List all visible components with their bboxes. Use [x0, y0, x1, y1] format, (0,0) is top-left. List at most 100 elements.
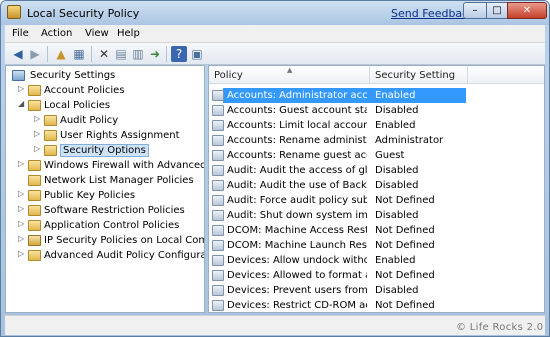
policy-setting: Not Defined [375, 195, 435, 206]
policy-icon [212, 90, 224, 101]
toolbar-separator [166, 46, 167, 62]
expand-arrow-icon[interactable]: ▷ [34, 114, 42, 123]
policy-icon [212, 225, 224, 236]
policy-setting: Disabled [375, 105, 419, 116]
table-row[interactable]: Audit: Force audit policy subcat... Not … [209, 193, 544, 208]
policy-setting: Guest [375, 150, 405, 161]
policy-setting: Disabled [375, 180, 419, 191]
policy-name: Devices: Restrict CD-ROM acce... [227, 300, 367, 311]
folder-icon [28, 85, 41, 96]
close-button[interactable]: ✕ [507, 2, 547, 19]
policy-name: Devices: Allowed to format and... [227, 270, 367, 281]
window-title: Local Security Policy [27, 7, 140, 20]
policy-icon [212, 300, 224, 311]
refresh-icon[interactable]: ➜ [147, 46, 163, 62]
policy-setting: Enabled [375, 90, 416, 101]
policy-setting: Not Defined [375, 270, 435, 281]
policy-icon [212, 165, 224, 176]
policy-setting: Disabled [375, 285, 419, 296]
policy-setting: Not Defined [375, 240, 435, 251]
table-row[interactable]: Accounts: Rename guest accou... Guest [209, 148, 544, 163]
table-row[interactable]: Audit: Audit the use of Backup ... Disab… [209, 178, 544, 193]
forward-arrow-icon[interactable]: ▶ [27, 46, 43, 62]
up-folder-icon[interactable]: ▲ [53, 46, 69, 62]
show-hide-tree-icon[interactable]: ▦ [71, 46, 87, 62]
policy-name: Accounts: Rename administrat... [227, 135, 367, 146]
expand-arrow-icon[interactable]: ▷ [34, 129, 42, 138]
menu-file[interactable]: File [12, 28, 29, 39]
open-folder-icon [28, 100, 41, 111]
toolbar-separator [91, 46, 92, 62]
expand-arrow-icon[interactable]: ▷ [18, 249, 26, 258]
table-row[interactable]: Devices: Restrict CD-ROM acce... Not Def… [209, 298, 544, 312]
column-header-security-setting[interactable]: Security Setting [375, 70, 455, 81]
policy-setting: Not Defined [375, 300, 435, 311]
maximize-button[interactable]: □ [486, 2, 508, 19]
table-row[interactable]: Audit: Shut down system imme... Disabled [209, 208, 544, 223]
table-row[interactable]: DCOM: Machine Launch Restri... Not Defin… [209, 238, 544, 253]
policy-name: Devices: Allow undock without ... [227, 255, 367, 266]
watermark-text: © Life Rocks 2.0 [456, 322, 544, 333]
collapse-arrow-icon[interactable]: ◢ [18, 99, 26, 108]
menu-view[interactable]: View [85, 28, 109, 39]
policy-list-pane: ▲ Policy Security Setting Accounts: Admi… [208, 65, 545, 313]
policy-setting: Disabled [375, 210, 419, 221]
table-row[interactable]: Audit: Audit the access of glob... Disab… [209, 163, 544, 178]
column-header-policy[interactable]: Policy [214, 70, 243, 81]
table-row[interactable]: Accounts: Limit local account u... Enabl… [209, 118, 544, 133]
sort-ascending-icon: ▲ [287, 66, 293, 74]
folder-icon [44, 145, 57, 156]
security-settings-icon [12, 70, 25, 81]
expand-arrow-icon[interactable]: ▷ [34, 144, 42, 153]
policy-icon [212, 255, 224, 266]
expand-arrow-icon[interactable]: ▷ [18, 234, 26, 243]
folder-icon [28, 205, 41, 216]
delete-icon[interactable]: ✕ [96, 46, 112, 62]
table-row[interactable]: DCOM: Machine Access Restric... Not Defi… [209, 223, 544, 238]
help-icon[interactable]: ? [171, 46, 187, 62]
table-row[interactable]: Devices: Allow undock without ... Enable… [209, 253, 544, 268]
menu-help[interactable]: Help [117, 28, 140, 39]
policy-icon [212, 150, 224, 161]
policy-icon [212, 195, 224, 206]
table-row[interactable]: Accounts: Administrator accou... Enabled [209, 88, 544, 103]
policy-setting: Enabled [375, 120, 416, 131]
policy-icon [212, 180, 224, 191]
table-row[interactable]: Devices: Allowed to format and... Not De… [209, 268, 544, 283]
export-list-icon[interactable]: ▥ [130, 46, 146, 62]
policy-setting: Enabled [375, 255, 416, 266]
policy-name: DCOM: Machine Launch Restri... [227, 240, 367, 251]
policy-name: DCOM: Machine Access Restric... [227, 225, 367, 236]
title-bar[interactable]: Local Security Policy Send Feedback – □ … [1, 1, 549, 25]
column-divider[interactable] [369, 66, 370, 84]
table-row[interactable]: Devices: Prevent users from inst... Disa… [209, 283, 544, 298]
policy-name: Accounts: Limit local account u... [227, 120, 367, 131]
table-row[interactable]: Accounts: Guest account status Disabled [209, 103, 544, 118]
policy-name: Audit: Force audit policy subcat... [227, 195, 367, 206]
policy-name: Devices: Prevent users from inst... [227, 285, 367, 296]
app-window: Local Security Policy Send Feedback – □ … [0, 0, 550, 337]
policy-setting: Administrator [375, 135, 444, 146]
folder-icon [44, 130, 57, 141]
back-arrow-icon[interactable]: ◀ [10, 46, 26, 62]
policy-name: Audit: Audit the access of glob... [227, 165, 367, 176]
expand-arrow-icon[interactable]: ▷ [18, 204, 26, 213]
policy-icon [212, 270, 224, 281]
menu-bar: File Action View Help [5, 25, 545, 43]
expand-arrow-icon[interactable]: ▷ [18, 159, 26, 168]
minimize-button[interactable]: – [463, 2, 487, 19]
column-divider[interactable] [467, 66, 468, 84]
properties-icon[interactable]: ▤ [113, 46, 129, 62]
show-pane-icon[interactable]: ▣ [189, 46, 205, 62]
expand-arrow-icon[interactable]: ▷ [18, 219, 26, 228]
folder-icon [28, 175, 41, 186]
menu-action[interactable]: Action [41, 28, 72, 39]
policy-name: Accounts: Guest account status [227, 105, 367, 116]
policy-name: Accounts: Rename guest accou... [227, 150, 367, 161]
policy-setting: Disabled [375, 165, 419, 176]
table-row[interactable]: Accounts: Rename administrat... Administ… [209, 133, 544, 148]
expand-arrow-icon[interactable]: ▷ [18, 189, 26, 198]
folder-icon [28, 220, 41, 231]
tree-pane: Security Settings ▷ Account Policies ◢ L… [5, 65, 205, 313]
expand-arrow-icon[interactable]: ▷ [18, 84, 26, 93]
